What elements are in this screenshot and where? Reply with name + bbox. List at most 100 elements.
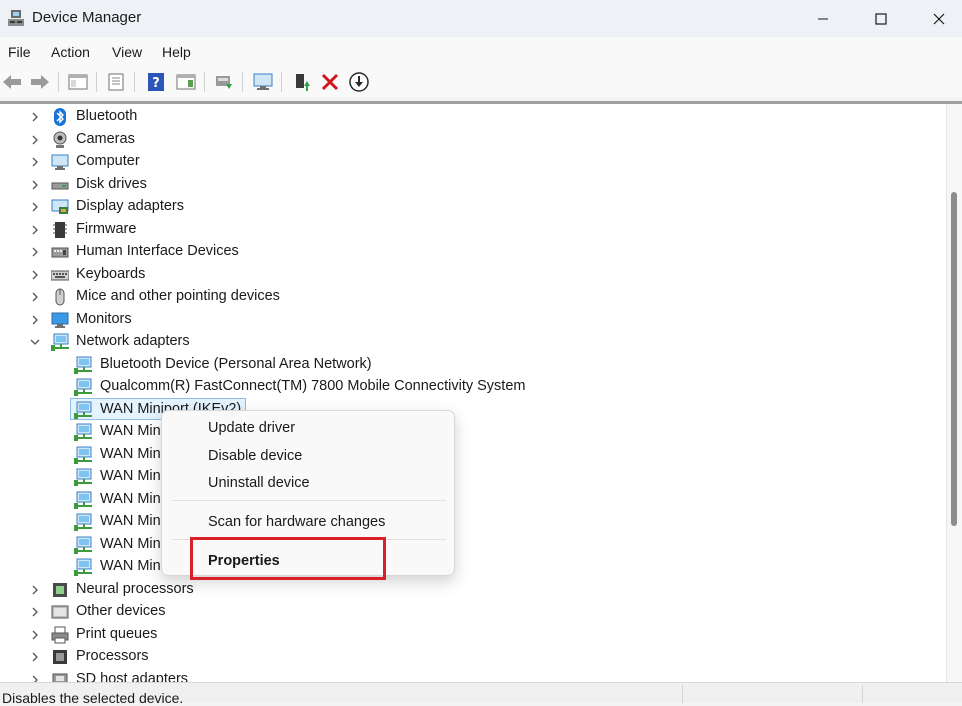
minimize-button[interactable] (794, 0, 852, 37)
tree-category-label: Firmware (76, 220, 137, 237)
device-manager-app-icon (8, 10, 24, 26)
tree-category-row[interactable]: Other devices (0, 601, 940, 623)
network-adapter-row[interactable]: WAN Min (0, 466, 940, 488)
network-adapter-label: Qualcomm(R) FastConnect(TM) 7800 Mobile … (100, 378, 526, 394)
tree-category-row[interactable]: Neural processors (0, 579, 940, 601)
menu-file[interactable]: File (8, 44, 31, 60)
chevron-right-icon[interactable] (28, 650, 42, 664)
show-action-pane-button[interactable] (174, 70, 198, 94)
svg-text:?: ? (152, 76, 160, 91)
tree-category-row[interactable]: Mice and other pointing devices (0, 286, 940, 308)
tree-category-label: Other devices (76, 603, 166, 619)
tree-category-label: Keyboards (76, 265, 146, 282)
hid-icon (51, 247, 69, 258)
add-driver-toolbar-button[interactable] (290, 70, 314, 94)
tree-category-row[interactable]: SD host adapters (0, 669, 940, 683)
tree-category-label: Computer (76, 153, 140, 169)
menu-update-driver[interactable]: Update driver (208, 420, 295, 436)
chevron-down-icon[interactable] (28, 335, 42, 349)
menu-bar: File Action View Help (0, 37, 962, 67)
sd-adapter-icon (52, 673, 68, 682)
download-circle-icon (349, 72, 369, 92)
scan-hardware-toolbar-button[interactable] (251, 70, 275, 94)
network-adapter-row[interactable]: WAN Min (0, 556, 940, 578)
tree-category-row[interactable]: Monitors (0, 309, 940, 331)
network-adapter-row[interactable]: WAN Min (0, 489, 940, 511)
chevron-right-icon[interactable] (28, 673, 42, 683)
menu-scan-hardware[interactable]: Scan for hardware changes (208, 514, 385, 530)
tree-category-row[interactable]: Processors (0, 646, 940, 668)
chevron-right-icon[interactable] (28, 155, 42, 169)
toolbar: ? (0, 67, 962, 97)
network-adapter-row[interactable]: WAN Min (0, 421, 940, 443)
chevron-right-icon[interactable] (28, 110, 42, 124)
chevron-right-icon[interactable] (28, 290, 42, 304)
network-adapter-row[interactable]: WAN Min (0, 511, 940, 533)
tree-category-row[interactable]: Keyboards (0, 264, 940, 286)
network-icon (74, 378, 92, 396)
tree-category-row[interactable]: Disk drives (0, 174, 940, 196)
tree-category-label: Bluetooth (76, 108, 138, 124)
title-bar: Device Manager (0, 0, 962, 37)
menu-help[interactable]: Help (162, 44, 191, 60)
tree-category-label: Display adapters (76, 198, 184, 214)
network-adapter-row[interactable]: WAN Min (0, 444, 940, 466)
update-driver-toolbar-button[interactable] (212, 70, 236, 94)
network-icon (74, 468, 92, 486)
chevron-right-icon[interactable] (28, 245, 42, 259)
show-hide-console-tree-button[interactable] (66, 70, 90, 94)
menu-view[interactable]: View (112, 44, 142, 60)
device-tree[interactable]: Bluetooth Cameras Computer Disk drives Displ… (0, 101, 962, 682)
network-icon (74, 536, 92, 554)
chevron-right-icon[interactable] (28, 200, 42, 214)
chevron-right-icon[interactable] (28, 313, 42, 327)
tree-category-row[interactable]: Computer (0, 151, 940, 173)
tree-category-network-adapters[interactable]: Network adapters (0, 331, 940, 353)
network-adapter-row[interactable]: WAN Min (0, 534, 940, 556)
tree-category-row[interactable]: Bluetooth (0, 106, 940, 128)
tree-category-row[interactable]: Firmware (0, 219, 940, 241)
forward-arrow-icon (31, 75, 49, 89)
tree-category-row[interactable]: Print queues (0, 624, 940, 646)
back-button[interactable] (0, 70, 24, 94)
network-adapter-row[interactable]: Qualcomm(R) FastConnect(TM) 7800 Mobile … (0, 376, 940, 398)
chevron-right-icon[interactable] (28, 605, 42, 619)
tree-category-row[interactable]: Cameras (0, 129, 940, 151)
maximize-button[interactable] (852, 0, 910, 37)
toolbar-separator (281, 72, 282, 92)
toolbar-separator (134, 72, 135, 92)
menu-uninstall-device[interactable]: Uninstall device (208, 475, 310, 491)
tree-category-row[interactable]: Display adapters (0, 196, 940, 218)
scrollbar-thumb[interactable] (951, 192, 957, 526)
display-adapter-icon (51, 199, 69, 214)
chevron-right-icon[interactable] (28, 268, 42, 282)
disable-toolbar-button[interactable] (347, 70, 371, 94)
forward-button[interactable] (28, 70, 52, 94)
network-icon (74, 401, 92, 419)
close-button[interactable] (910, 0, 962, 37)
chevron-right-icon[interactable] (28, 583, 42, 597)
chip-icon (53, 582, 67, 597)
properties-highlight-box (190, 537, 386, 580)
properties-sheet-icon (108, 73, 124, 91)
network-adapter-row[interactable]: Bluetooth Device (Personal Area Network) (0, 354, 940, 376)
tree-category-row[interactable]: Human Interface Devices (0, 241, 940, 263)
chevron-right-icon[interactable] (28, 223, 42, 237)
other-devices-icon (51, 605, 69, 619)
menu-action[interactable]: Action (51, 44, 90, 60)
tree-category-label: Network adapters (76, 333, 190, 349)
help-button[interactable]: ? (144, 70, 168, 94)
properties-toolbar-button[interactable] (104, 70, 128, 94)
printer-icon (51, 626, 69, 643)
tree-category-label: Neural processors (76, 580, 194, 597)
menu-separator (172, 500, 446, 501)
delete-x-icon (321, 73, 339, 91)
chevron-right-icon[interactable] (28, 178, 42, 192)
minimize-icon (818, 18, 828, 19)
network-adapter-row[interactable]: WAN Miniport (IKEv2) (0, 399, 940, 421)
chevron-right-icon[interactable] (28, 628, 42, 642)
menu-disable-device[interactable]: Disable device (208, 448, 302, 464)
chevron-right-icon[interactable] (28, 133, 42, 147)
tree-category-label: SD host adapters (76, 670, 189, 683)
uninstall-toolbar-button[interactable] (318, 70, 342, 94)
